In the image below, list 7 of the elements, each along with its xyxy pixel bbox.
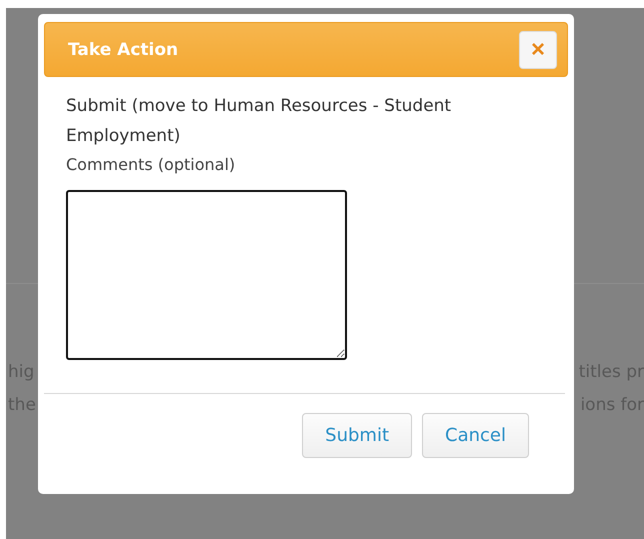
dialog-button[interactable]: Submit <box>302 413 412 458</box>
action-message: Submit (move to Human Resources - Student Employment) <box>66 95 452 148</box>
dialog-title: Take Action <box>68 40 178 60</box>
comments-field[interactable] <box>66 190 347 360</box>
close-button[interactable]: × <box>519 30 557 68</box>
dialog-button[interactable]: Cancel <box>422 413 529 458</box>
comments-label: Comments (optional) <box>66 154 236 176</box>
